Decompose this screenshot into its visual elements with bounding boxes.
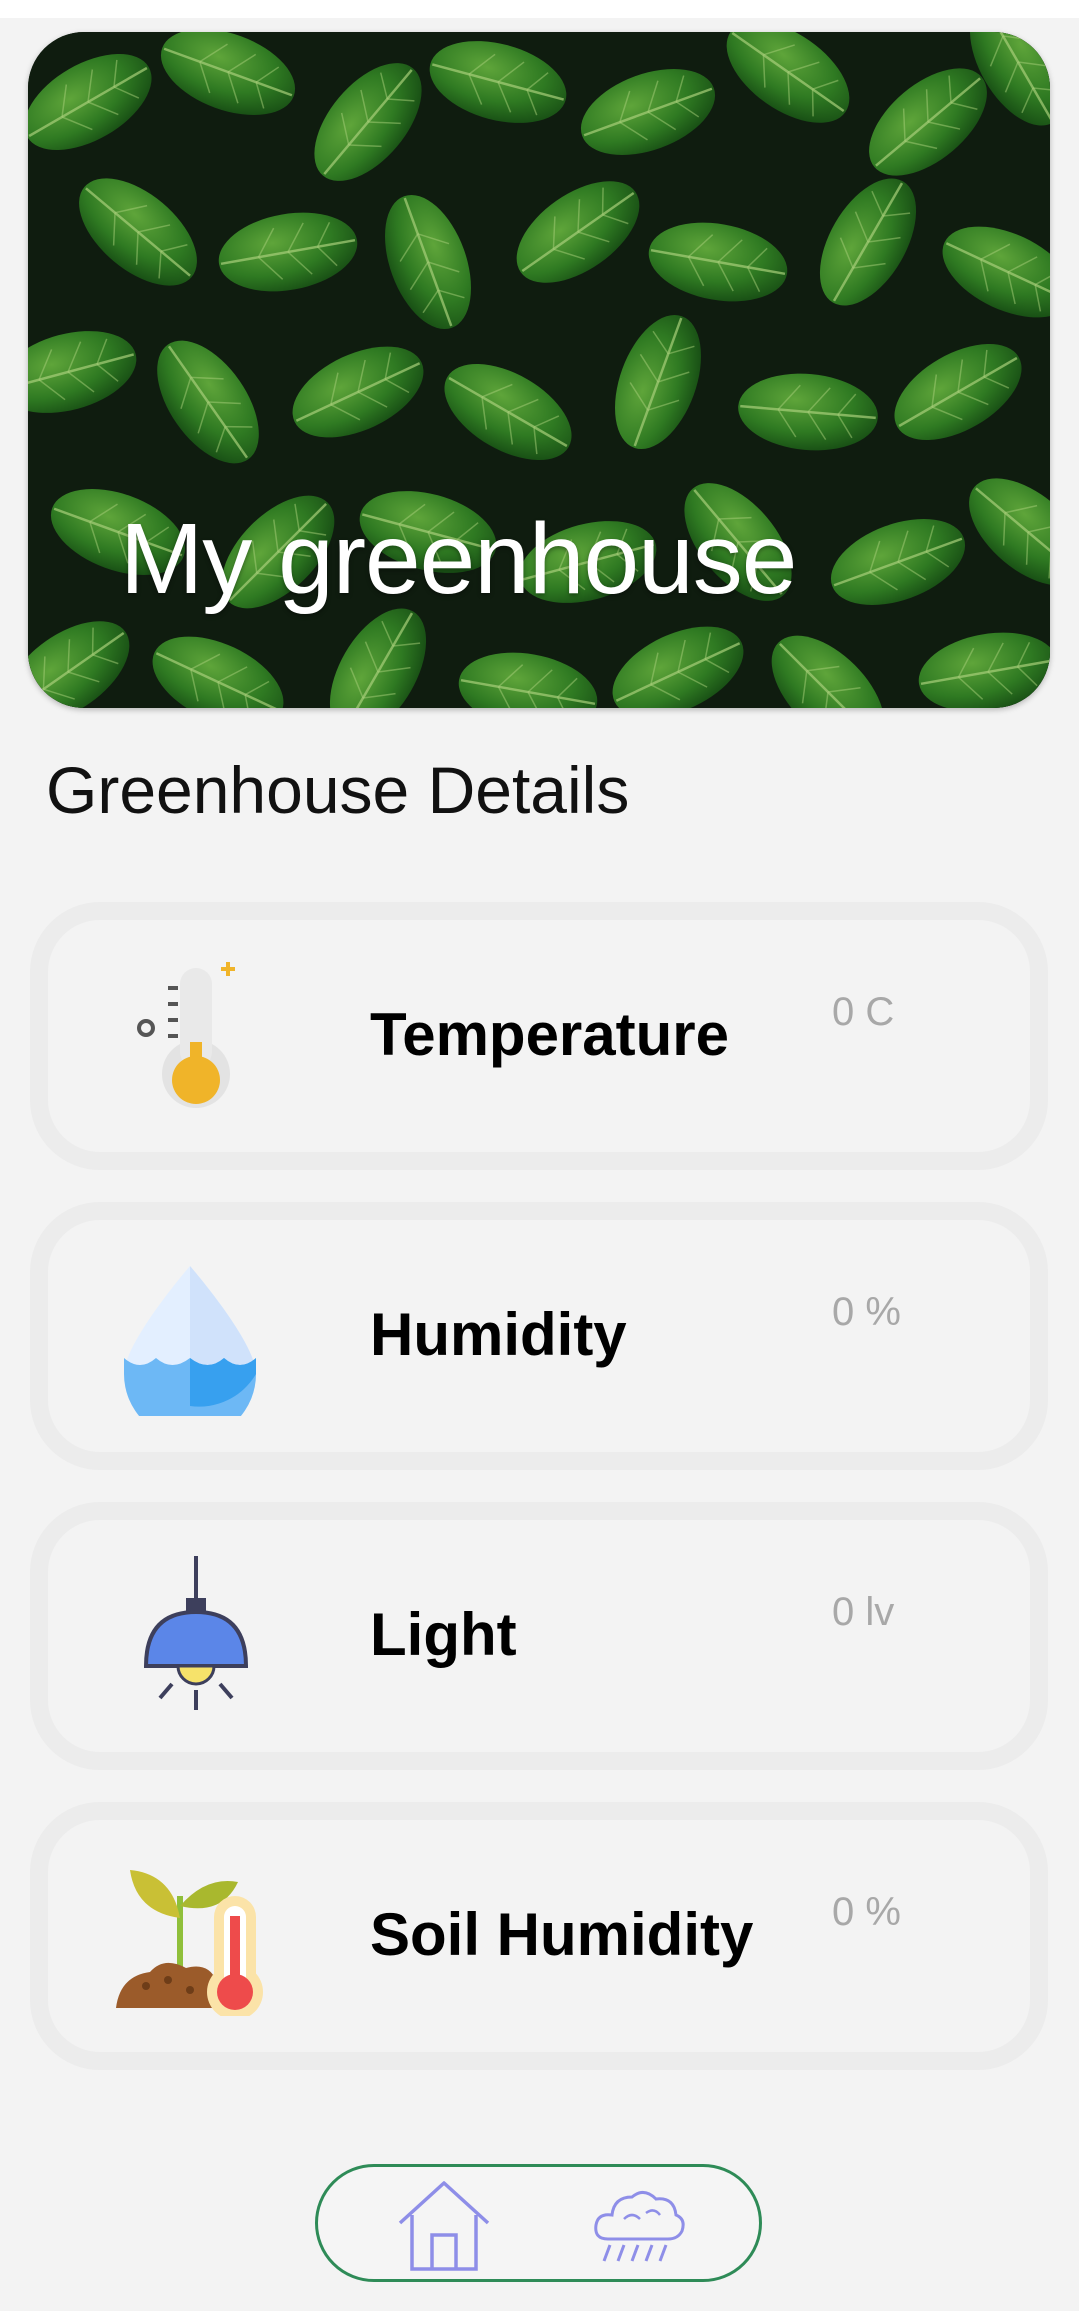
temperature-value: 0 C [832, 990, 895, 1034]
temperature-label: Temperature [370, 1001, 730, 1068]
rain-cloud-icon [594, 2191, 685, 2262]
soil-humidity-value: 0 % [832, 1890, 901, 1934]
humidity-card[interactable]: Humidity 0 % [30, 1202, 1048, 1470]
nav-home-button[interactable] [394, 2177, 494, 2273]
home-icon [398, 2181, 490, 2271]
light-value: 0 lv [832, 1590, 895, 1634]
water-drop-icon [110, 1256, 270, 1416]
nav-weather-button[interactable] [588, 2177, 688, 2273]
light-card[interactable]: Light 0 lv [30, 1502, 1048, 1770]
humidity-label: Humidity [370, 1301, 627, 1368]
status-bar [0, 0, 1079, 18]
temperature-card[interactable]: Temperature 0 C [30, 902, 1048, 1170]
soil-humidity-label: Soil Humidity [370, 1901, 754, 1968]
greenhouse-hero-card[interactable]: My greenhouse [28, 32, 1050, 708]
humidity-value: 0 % [832, 1290, 901, 1334]
hero-title: My greenhouse [120, 503, 797, 615]
lamp-icon [110, 1556, 270, 1716]
thermometer-icon [110, 956, 270, 1116]
plant-soil-thermometer-icon [110, 1856, 270, 2016]
bottom-navigation [315, 2164, 762, 2282]
section-title: Greenhouse Details [46, 753, 630, 827]
light-label: Light [370, 1601, 517, 1668]
soil-humidity-card[interactable]: Soil Humidity 0 % [30, 1802, 1048, 2070]
